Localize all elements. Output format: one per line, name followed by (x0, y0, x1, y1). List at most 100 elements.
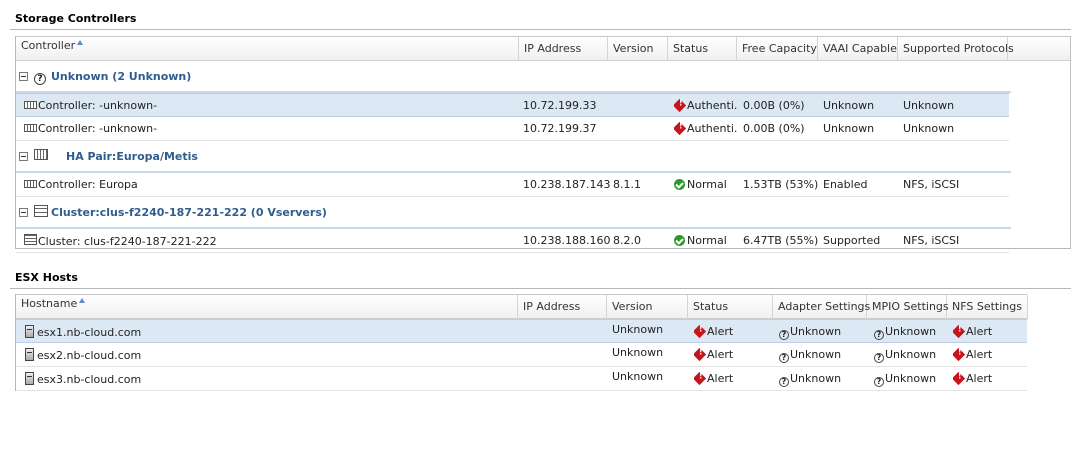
cluster-icon (24, 234, 37, 245)
status-text: Alert (707, 325, 734, 338)
host-icon (25, 348, 34, 361)
controller-cell: Controller: -unknown- (24, 122, 157, 135)
ok-icon (674, 179, 685, 190)
mpio-text: Unknown (885, 372, 937, 385)
column-header-hostname[interactable]: Hostname (16, 295, 518, 319)
column-header-version[interactable]: Version (608, 37, 668, 61)
ok-icon (674, 235, 685, 246)
nfs-settings: Alert (953, 372, 992, 385)
section-divider (10, 288, 1071, 289)
nfs-text: Alert (966, 348, 993, 361)
mpio-settings: Unknown (874, 348, 936, 363)
alert-icon (953, 325, 966, 338)
table-row[interactable]: esx2.nb-cloud.com Unknown Alert Unknown … (16, 343, 1027, 367)
storage-controllers-table: Controller IP Address Version Status Fre… (15, 36, 1071, 253)
status: Authenti... (674, 99, 738, 112)
status: Normal (674, 178, 727, 191)
table-row[interactable]: esx3.nb-cloud.com Unknown Alert Unknown … (16, 367, 1027, 391)
sort-ascending-icon (77, 40, 84, 45)
column-header-vaai-capable[interactable]: VAAI Capable (818, 37, 898, 61)
ha-pair-icon (34, 149, 48, 163)
version: Unknown (612, 370, 664, 383)
cluster-cell: Cluster: clus-f2240-187-221-222 (24, 234, 217, 248)
supported-protocols: Unknown (903, 122, 955, 135)
table-row[interactable]: esx1.nb-cloud.com Unknown Alert Unknown … (16, 319, 1027, 343)
error-icon (674, 99, 687, 112)
controller-name: Controller: Europa (38, 178, 138, 191)
status-text: Normal (687, 178, 727, 191)
collapse-icon[interactable] (19, 72, 28, 81)
controller-cell: Controller: Europa (24, 178, 138, 191)
collapse-icon[interactable] (19, 152, 28, 161)
column-header-status[interactable]: Status (668, 37, 737, 61)
adapter-settings: Unknown (779, 325, 841, 340)
sort-ascending-icon (79, 298, 86, 303)
column-header-supported-protocols[interactable]: Supported Protocols (898, 37, 1014, 61)
cluster-name: Cluster: clus-f2240-187-221-222 (38, 235, 217, 248)
hostname: esx3.nb-cloud.com (37, 373, 142, 386)
esx-hosts-title: ESX Hosts (15, 271, 78, 284)
hostname-cell: esx2.nb-cloud.com (25, 348, 141, 362)
table-row[interactable]: Controller: -unknown- 10.72.199.33 Authe… (16, 93, 1009, 117)
table-header: Hostname IP Address Version Status Adapt… (16, 295, 1028, 319)
controller-cell: Controller: -unknown- (24, 99, 157, 112)
nfs-settings: Alert (953, 348, 992, 361)
alert-icon (694, 325, 707, 338)
status-text: Authenti... (687, 99, 738, 112)
group-ha-pair[interactable]: HA Pair:Europa/Metis (16, 141, 1071, 173)
free-capacity: 0.00B (0%) (743, 99, 805, 112)
table-row[interactable]: Controller: -unknown- 10.72.199.37 Authe… (16, 117, 1009, 141)
group-unknown[interactable]: Unknown (2 Unknown) (16, 61, 1071, 93)
host-icon (25, 372, 34, 385)
mpio-text: Unknown (885, 325, 937, 338)
group-title: Unknown (2 Unknown) (51, 70, 192, 83)
unknown-icon (874, 377, 884, 387)
unknown-icon (874, 353, 884, 363)
column-header-mpio-settings[interactable]: MPIO Settings (867, 295, 949, 319)
vaai-capable: Supported (823, 234, 881, 247)
hostname: esx2.nb-cloud.com (37, 349, 142, 362)
host-icon (25, 325, 34, 338)
supported-protocols: NFS, iSCSI (903, 234, 960, 247)
adapter-text: Unknown (790, 325, 842, 338)
table-row[interactable]: Cluster: clus-f2240-187-221-222 10.238.1… (16, 229, 1009, 253)
column-header-ip-address[interactable]: IP Address (518, 295, 607, 319)
column-header-status[interactable]: Status (688, 295, 773, 319)
version: 8.2.0 (613, 234, 641, 247)
mpio-text: Unknown (885, 348, 937, 361)
vaai-capable: Unknown (823, 122, 875, 135)
table-row[interactable]: Controller: Europa 10.238.187.143 8.1.1 … (16, 173, 1009, 197)
supported-protocols: NFS, iSCSI (903, 178, 960, 191)
group-title: Cluster:clus-f2240-187-221-222 (0 Vserve… (51, 206, 327, 219)
status-text: Normal (687, 234, 727, 247)
column-header-version[interactable]: Version (607, 295, 688, 319)
column-header-nfs-settings[interactable]: NFS Settings (947, 295, 1028, 319)
status: Alert (694, 348, 733, 361)
alert-icon (694, 372, 707, 385)
status: Authenti... (674, 122, 738, 135)
adapter-text: Unknown (790, 372, 842, 385)
ip-address: 10.72.199.37 (523, 122, 597, 135)
status-text: Alert (707, 372, 734, 385)
ip-address: 10.72.199.33 (523, 99, 597, 112)
vaai-capable: Enabled (823, 178, 868, 191)
storage-controllers-title: Storage Controllers (15, 12, 137, 25)
column-header-controller[interactable]: Controller (16, 37, 519, 61)
nfs-text: Alert (966, 372, 993, 385)
collapse-icon[interactable] (19, 208, 28, 217)
esx-hosts-table: Hostname IP Address Version Status Adapt… (15, 294, 1028, 391)
table-header: Controller IP Address Version Status Fre… (16, 37, 1071, 61)
column-label: Hostname (21, 297, 78, 310)
status: Alert (694, 372, 733, 385)
nfs-settings: Alert (953, 325, 992, 338)
mpio-settings: Unknown (874, 372, 936, 387)
controller-name: Controller: -unknown- (38, 122, 158, 135)
column-header-free-capacity[interactable]: Free Capacity (737, 37, 818, 61)
status-text: Authenti... (687, 122, 738, 135)
column-header-adapter-settings[interactable]: Adapter Settings (773, 295, 870, 319)
column-header-ip-address[interactable]: IP Address (519, 37, 608, 61)
group-cluster[interactable]: Cluster:clus-f2240-187-221-222 (0 Vserve… (16, 197, 1071, 229)
alert-icon (953, 372, 966, 385)
unknown-icon (779, 353, 789, 363)
free-capacity: 0.00B (0%) (743, 122, 805, 135)
